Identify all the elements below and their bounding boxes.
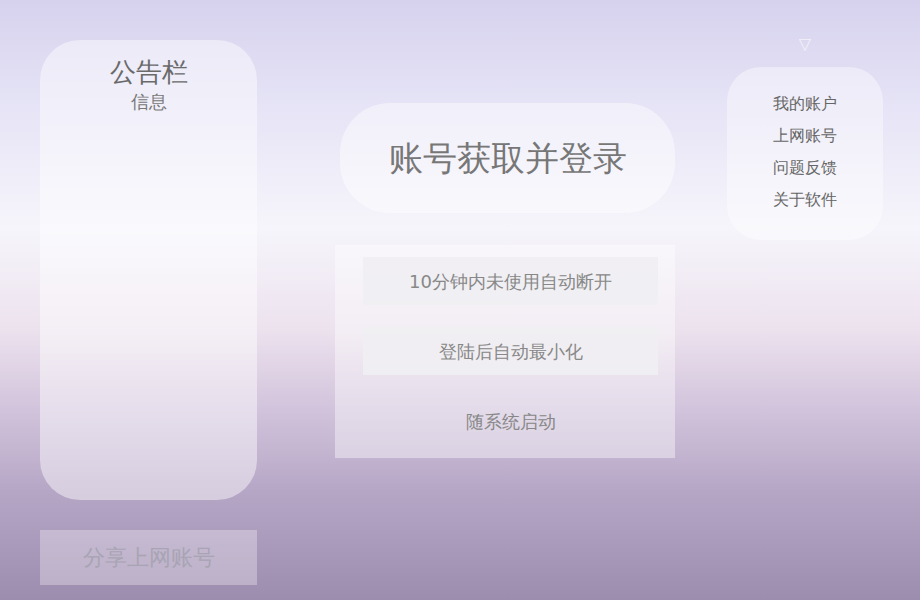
- dropdown-toggle-icon[interactable]: ▽: [799, 34, 811, 67]
- option-row[interactable]: 10分钟内未使用自动断开: [363, 257, 658, 305]
- left-column: 公告栏信息 分享上网账号: [40, 0, 257, 600]
- menu-item[interactable]: 关于软件: [773, 189, 837, 211]
- center-column: 账号获取并登录 10分钟内未使用自动断开登陆后自动最小化随系统启动: [335, 0, 675, 600]
- option-row[interactable]: 登陆后自动最小化: [363, 327, 658, 375]
- app-window: 公告栏信息 分享上网账号 账号获取并登录 10分钟内未使用自动断开登陆后自动最小…: [0, 0, 920, 600]
- right-column: ▽我的账户上网账号问题反馈关于软件: [727, 0, 883, 600]
- share-button[interactable]: 分享上网账号: [40, 530, 257, 585]
- menu-item[interactable]: 问题反馈: [773, 157, 837, 179]
- notice-subtitle: 信息: [131, 90, 167, 114]
- menu-item[interactable]: 我的账户: [773, 93, 837, 115]
- notice-board: 公告栏信息: [40, 40, 257, 500]
- option-row[interactable]: 随系统启动: [363, 397, 658, 445]
- notice-title: 公告栏: [110, 54, 188, 90]
- login-button[interactable]: 账号获取并登录: [340, 103, 675, 213]
- share-button-wrap: 分享上网账号: [40, 530, 257, 585]
- login-wrap: 账号获取并登录: [335, 103, 675, 213]
- options-panel: 10分钟内未使用自动断开登陆后自动最小化随系统启动: [335, 245, 675, 458]
- account-menu: 我的账户上网账号问题反馈关于软件: [727, 67, 883, 240]
- layout: 公告栏信息 分享上网账号 账号获取并登录 10分钟内未使用自动断开登陆后自动最小…: [0, 0, 920, 600]
- menu-item[interactable]: 上网账号: [773, 125, 837, 147]
